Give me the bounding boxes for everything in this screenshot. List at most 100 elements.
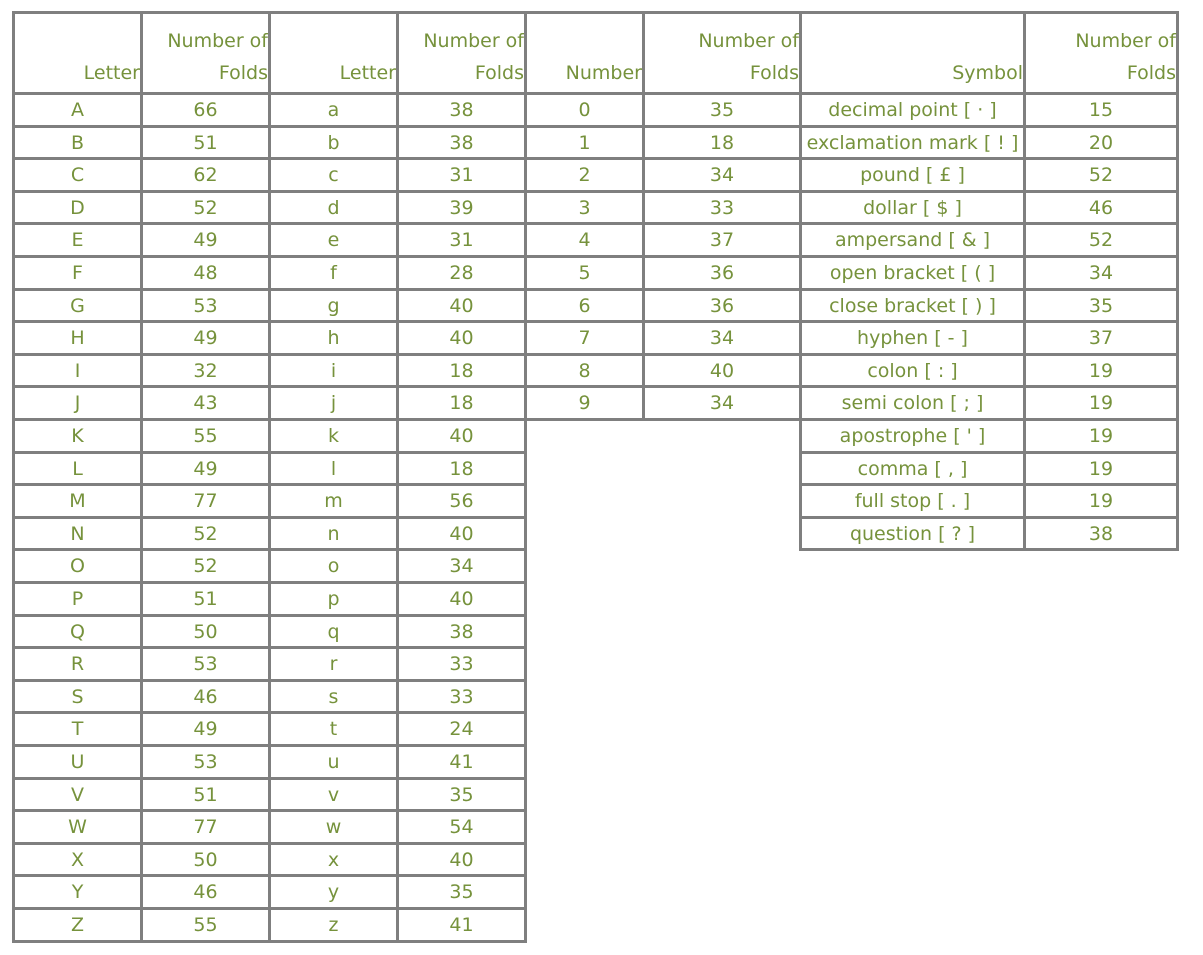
numbers-folds-cell: 34 — [642, 157, 802, 193]
symbols-char-cell: pound [ £ ] — [799, 157, 1026, 193]
symbols-folds-cell: 20 — [1023, 125, 1179, 160]
uppercase-char-cell: F — [12, 255, 143, 291]
symbols-char-cell: close bracket [ ) ] — [799, 288, 1026, 323]
lowercase-char-cell: e — [268, 222, 399, 258]
uppercase-folds-cell: 46 — [140, 874, 271, 910]
lowercase-char-cell: y — [268, 874, 399, 910]
lowercase-char-cell: r — [268, 646, 399, 682]
uppercase-char-cell: J — [12, 385, 143, 421]
uppercase-char-cell: O — [12, 548, 143, 584]
header-label: Number of — [423, 30, 524, 52]
symbols-char-cell: colon [ : ] — [799, 353, 1026, 388]
uppercase-folds-cell: 43 — [140, 385, 271, 421]
uppercase-folds-cell: 51 — [140, 125, 271, 160]
uppercase-char-cell: T — [12, 711, 143, 747]
uppercase-char-cell: X — [12, 842, 143, 877]
uppercase-char-cell: R — [12, 646, 143, 682]
uppercase-folds-cell: 46 — [140, 679, 271, 714]
letter-column-header: Letter — [268, 11, 399, 95]
header-label: Number of — [167, 30, 268, 52]
numbers-char-cell: 2 — [524, 157, 645, 193]
symbols-folds-cell: 19 — [1023, 451, 1179, 486]
symbols-folds-cell: 52 — [1023, 157, 1179, 193]
uppercase-folds-cell: 49 — [140, 451, 271, 486]
symbols-char-cell: question [ ? ] — [799, 516, 1026, 551]
folds-column-header: Number of Folds — [396, 11, 527, 95]
lowercase-char-cell: a — [268, 92, 399, 128]
uppercase-char-cell: C — [12, 157, 143, 193]
lowercase-folds-cell: 35 — [396, 777, 527, 812]
numbers-folds-cell: 33 — [642, 190, 802, 225]
uppercase-folds-cell: 49 — [140, 222, 271, 258]
header-label: Folds — [218, 62, 268, 84]
header-label: Letter — [339, 62, 396, 84]
uppercase-folds-cell: 48 — [140, 255, 271, 291]
uppercase-folds-cell: 51 — [140, 777, 271, 812]
lowercase-char-cell: d — [268, 190, 399, 225]
lowercase-folds-cell: 33 — [396, 679, 527, 714]
symbols-char-cell: hyphen [ - ] — [799, 320, 1026, 356]
symbols-char-cell: decimal point [ · ] — [799, 92, 1026, 128]
uppercase-folds-cell: 77 — [140, 809, 271, 845]
lowercase-folds-cell: 40 — [396, 320, 527, 356]
lowercase-folds-cell: 18 — [396, 385, 527, 421]
lowercase-char-cell: v — [268, 777, 399, 812]
uppercase-folds-cell: 49 — [140, 320, 271, 356]
uppercase-char-cell: S — [12, 679, 143, 714]
lowercase-char-cell: h — [268, 320, 399, 356]
uppercase-folds-cell: 52 — [140, 516, 271, 551]
symbols-folds-cell: 35 — [1023, 288, 1179, 323]
symbols-char-cell: open bracket [ ( ] — [799, 255, 1026, 291]
uppercase-folds-cell: 32 — [140, 353, 271, 388]
symbols-char-cell: apostrophe [ ' ] — [799, 418, 1026, 454]
uppercase-folds-cell: 53 — [140, 744, 271, 780]
numbers-folds-cell: 18 — [642, 125, 802, 160]
lowercase-char-cell: c — [268, 157, 399, 193]
numbers-char-cell: 9 — [524, 385, 645, 421]
uppercase-folds-cell: 53 — [140, 288, 271, 323]
lowercase-folds-cell: 38 — [396, 614, 527, 649]
symbols-folds-cell: 15 — [1023, 92, 1179, 128]
lowercase-folds-cell: 28 — [396, 255, 527, 291]
uppercase-char-cell: I — [12, 353, 143, 388]
symbols-folds-cell: 38 — [1023, 516, 1179, 551]
numbers-char-cell: 6 — [524, 288, 645, 323]
numbers-char-cell: 8 — [524, 353, 645, 388]
numbers-folds-cell: 36 — [642, 288, 802, 323]
header-label: Folds — [749, 62, 799, 84]
lowercase-char-cell: m — [268, 483, 399, 519]
uppercase-char-cell: Y — [12, 874, 143, 910]
uppercase-folds-cell: 50 — [140, 842, 271, 877]
lowercase-folds-cell: 18 — [396, 353, 527, 388]
uppercase-char-cell: Z — [12, 907, 143, 943]
header-label: Letter — [83, 62, 140, 84]
lowercase-folds-cell: 56 — [396, 483, 527, 519]
symbols-folds-cell: 46 — [1023, 190, 1179, 225]
lowercase-folds-cell: 38 — [396, 125, 527, 160]
numbers-folds-cell: 35 — [642, 92, 802, 128]
uppercase-char-cell: G — [12, 288, 143, 323]
folds-column-header: Number of Folds — [642, 11, 802, 95]
symbols-folds-cell: 34 — [1023, 255, 1179, 291]
uppercase-folds-cell: 55 — [140, 418, 271, 454]
header-label: Folds — [1126, 62, 1176, 84]
lowercase-folds-cell: 40 — [396, 418, 527, 454]
uppercase-char-cell: V — [12, 777, 143, 812]
uppercase-char-cell: U — [12, 744, 143, 780]
numbers-char-cell: 1 — [524, 125, 645, 160]
uppercase-folds-cell: 51 — [140, 581, 271, 617]
symbols-char-cell: semi colon [ ; ] — [799, 385, 1026, 421]
symbols-folds-cell: 37 — [1023, 320, 1179, 356]
numbers-folds-cell: 34 — [642, 320, 802, 356]
lowercase-char-cell: q — [268, 614, 399, 649]
numbers-char-cell: 5 — [524, 255, 645, 291]
lowercase-folds-cell: 34 — [396, 548, 527, 584]
number-column-header: Number — [524, 11, 645, 95]
uppercase-char-cell: P — [12, 581, 143, 617]
lowercase-char-cell: f — [268, 255, 399, 291]
numbers-folds-cell: 40 — [642, 353, 802, 388]
uppercase-char-cell: B — [12, 125, 143, 160]
symbol-column-header: Symbol — [799, 11, 1026, 95]
lowercase-char-cell: i — [268, 353, 399, 388]
numbers-folds-cell: 34 — [642, 385, 802, 421]
